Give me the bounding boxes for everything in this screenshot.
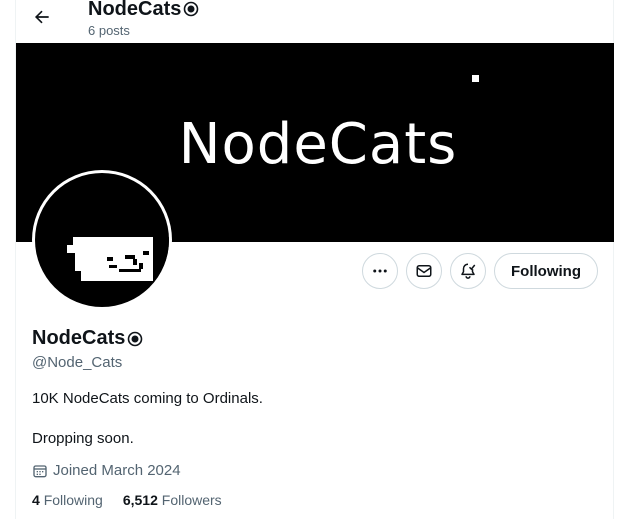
banner-logo-dot [472, 75, 479, 82]
following-button[interactable]: Following [494, 253, 598, 289]
verified-dot-icon [184, 1, 199, 17]
pixel-cat-icon [61, 237, 169, 291]
following-count: 4 [32, 492, 40, 508]
display-name: NodeCats [32, 327, 126, 349]
banner-logo-text: NodeCats [178, 112, 458, 177]
calendar-icon [33, 464, 47, 477]
header-title: NodeCats [88, 0, 199, 22]
profile-name: NodeCats [32, 327, 143, 350]
profile-handle: @Node_Cats [32, 354, 123, 371]
message-button[interactable] [406, 253, 442, 289]
top-bar: NodeCats 6 posts [0, 0, 624, 43]
bio-line-2: Dropping soon. [32, 430, 134, 447]
header-name: NodeCats [88, 0, 182, 20]
notifications-button[interactable] [450, 253, 486, 289]
followers-count: 6,512 [122, 492, 158, 508]
bio-line-1: 10K NodeCats coming to Ordinals. [32, 390, 263, 407]
more-icon [373, 269, 387, 273]
post-count: 6 posts [88, 23, 130, 38]
followers-link[interactable]: 6,512 Followers [123, 492, 222, 508]
followers-text: Followers [161, 492, 222, 508]
bell-check-icon [461, 263, 476, 279]
back-button[interactable] [26, 1, 58, 33]
mail-icon [416, 265, 432, 277]
following-link[interactable]: 4 Following [32, 492, 103, 508]
arrow-left-icon [34, 10, 49, 24]
following-text: Following [43, 492, 103, 508]
join-date: Joined March 2024 [32, 462, 181, 479]
join-date-text: Joined March 2024 [53, 462, 181, 479]
avatar[interactable] [32, 170, 172, 310]
more-button[interactable] [362, 253, 398, 289]
follow-stats: 4 Following 6,512 Followers [32, 492, 222, 508]
avatar-image [35, 173, 169, 307]
verified-dot-icon [128, 331, 143, 346]
